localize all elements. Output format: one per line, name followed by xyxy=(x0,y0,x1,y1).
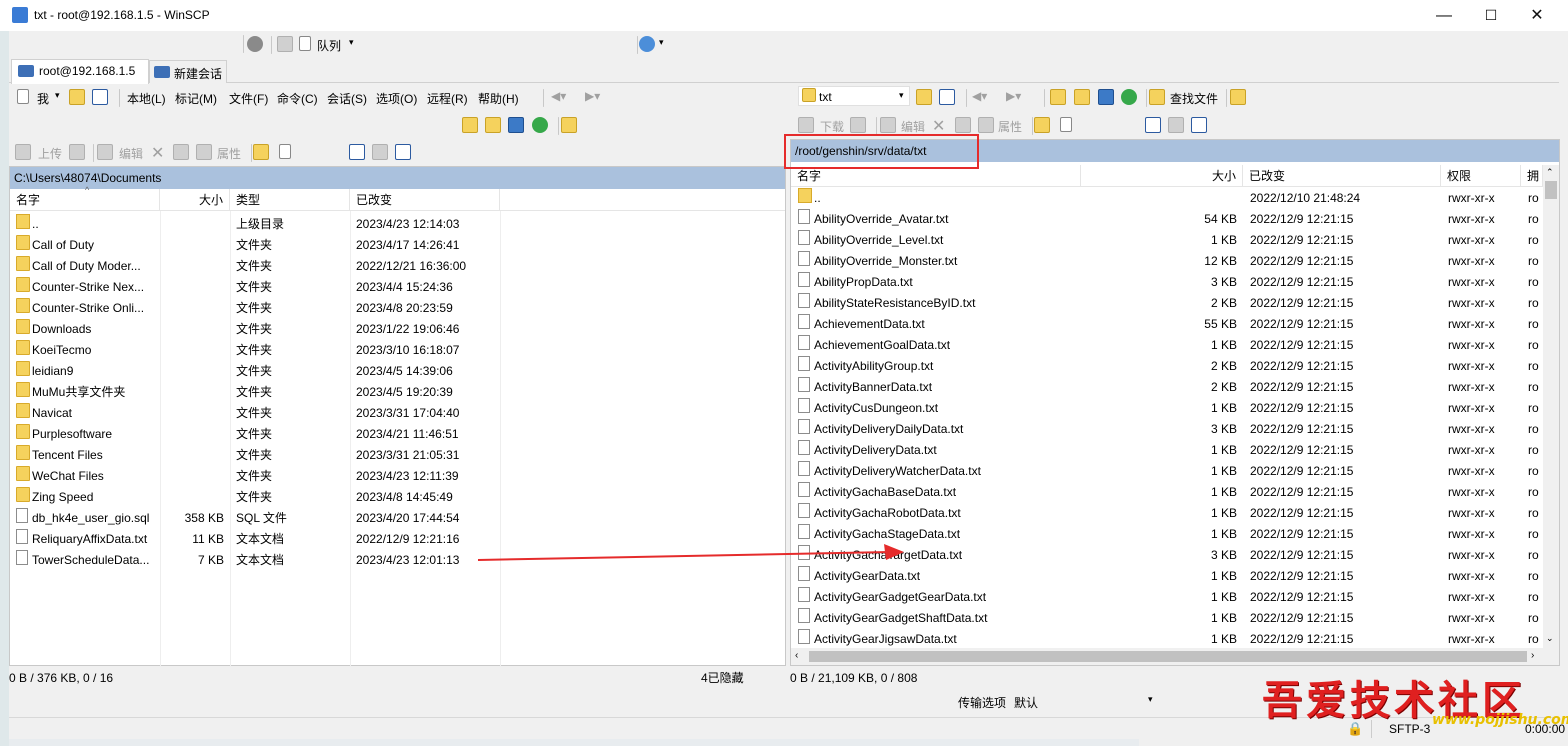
annotation-arrow-head xyxy=(884,544,904,560)
annotation-arrow-line xyxy=(477,551,893,561)
watermark-url: www.pojjishu.com xyxy=(1432,712,1568,728)
annotation-layer xyxy=(477,544,904,561)
